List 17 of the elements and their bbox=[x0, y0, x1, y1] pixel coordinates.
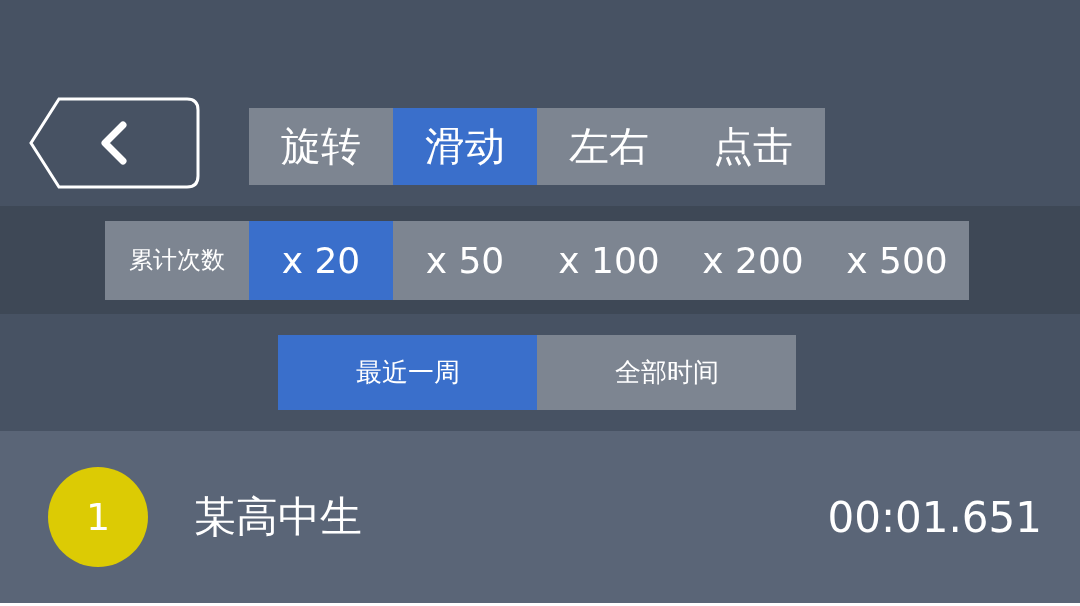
count-option[interactable]: x 20 bbox=[249, 220, 393, 300]
mode-tab[interactable]: 旋转 bbox=[249, 108, 393, 185]
count-label: 累计次数 bbox=[105, 220, 249, 300]
count-option[interactable]: x 50 bbox=[393, 220, 537, 300]
count-option[interactable]: x 500 bbox=[825, 220, 969, 300]
back-arrow-icon bbox=[29, 97, 201, 189]
mode-tab[interactable]: 左右 bbox=[537, 108, 681, 185]
time-range-tab[interactable]: 最近一周 bbox=[278, 335, 537, 411]
back-button[interactable] bbox=[29, 97, 201, 189]
mode-tab[interactable]: 滑动 bbox=[393, 108, 537, 185]
player-name: 某高中生 bbox=[194, 491, 363, 543]
count-option[interactable]: x 100 bbox=[537, 220, 681, 300]
rank-badge: 1 bbox=[48, 467, 148, 567]
record-time: 00:01.651 bbox=[827, 492, 1042, 542]
time-range-tab[interactable]: 全部时间 bbox=[537, 335, 796, 411]
count-option[interactable]: x 200 bbox=[681, 220, 825, 300]
mode-tab[interactable]: 点击 bbox=[681, 108, 825, 185]
